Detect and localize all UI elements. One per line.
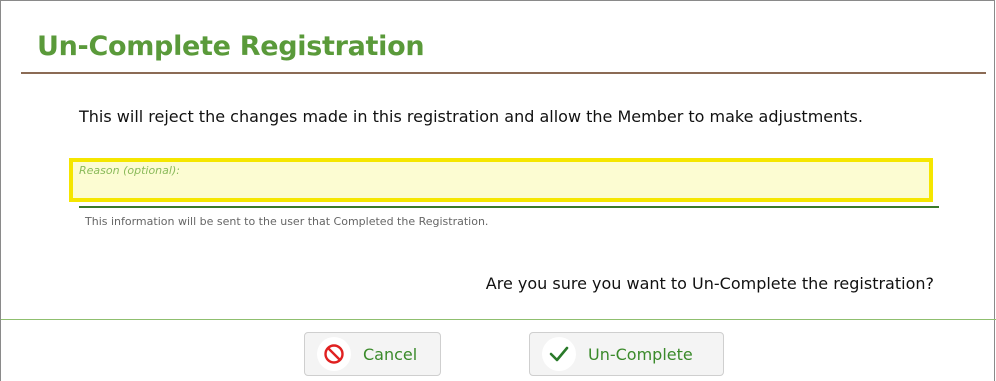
dialog-message: This will reject the changes made in thi… [79, 107, 863, 126]
prohibited-icon [317, 337, 351, 371]
confirm-question: Are you sure you want to Un-Complete the… [485, 274, 934, 293]
cancel-button-label: Cancel [363, 344, 418, 364]
un-complete-registration-dialog: Un-Complete Registration This will rejec… [0, 0, 996, 381]
un-complete-button[interactable]: Un-Complete [529, 332, 724, 376]
footer-divider [1, 319, 996, 320]
reason-input[interactable] [77, 178, 929, 198]
reason-label: Reason (optional): [79, 164, 180, 177]
title-divider [21, 72, 986, 74]
reason-underline [79, 206, 939, 208]
dialog-title: Un-Complete Registration [37, 31, 425, 62]
un-complete-button-label: Un-Complete [588, 344, 693, 364]
cancel-button[interactable]: Cancel [304, 332, 441, 376]
checkmark-icon [542, 337, 576, 371]
reason-field[interactable]: Reason (optional): [69, 158, 933, 202]
reason-hint: This information will be sent to the use… [85, 215, 489, 228]
